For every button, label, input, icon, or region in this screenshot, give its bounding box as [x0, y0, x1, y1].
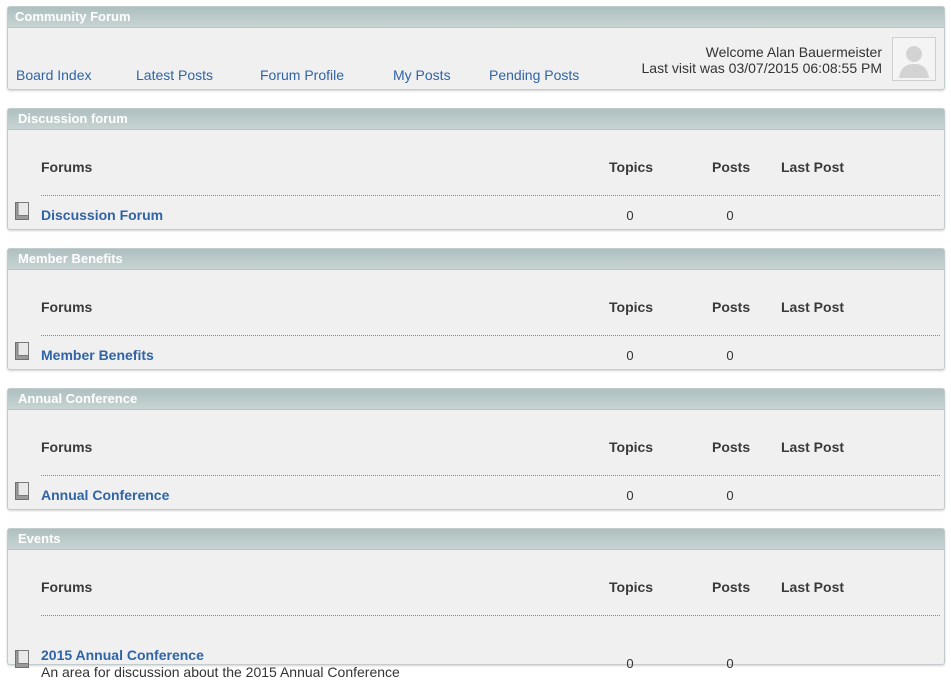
col-header-topics: Topics [609, 299, 654, 315]
user-welcome: Welcome Alan Bauermeister Last visit was… [642, 44, 882, 76]
col-header-topics: Topics [609, 579, 654, 595]
col-header-forums: Forums [41, 299, 93, 315]
posts-count: 0 [726, 208, 734, 223]
divider [41, 195, 940, 196]
forum-folder-icon [15, 482, 29, 500]
section-member-benefits: Member Benefits Forums Topics Posts Last… [7, 248, 945, 370]
topics-count: 0 [626, 208, 634, 223]
divider [41, 335, 940, 336]
posts-count: 0 [726, 348, 734, 363]
nav-pending-posts[interactable]: Pending Posts [489, 67, 579, 83]
col-header-last-post: Last Post [781, 159, 845, 175]
panel-title: Community Forum [8, 7, 944, 28]
section-discussion-forum: Discussion forum Forums Topics Posts Las… [7, 108, 945, 230]
avatar[interactable] [892, 37, 936, 81]
nav-board-index[interactable]: Board Index [16, 67, 92, 83]
section-title: Annual Conference [8, 389, 944, 410]
nav-my-posts[interactable]: My Posts [393, 67, 451, 83]
col-header-forums: Forums [41, 159, 93, 175]
col-header-posts: Posts [712, 159, 751, 175]
posts-count: 0 [726, 656, 734, 671]
topics-count: 0 [626, 488, 634, 503]
forum-folder-icon [15, 650, 29, 668]
col-header-posts: Posts [712, 299, 751, 315]
topics-count: 0 [626, 656, 634, 671]
forum-link-annual-conference[interactable]: Annual Conference [41, 487, 169, 503]
col-header-forums: Forums [41, 579, 93, 595]
forum-link-2015-annual-conference[interactable]: 2015 Annual Conference [41, 647, 204, 663]
section-annual-conference: Annual Conference Forums Topics Posts La… [7, 388, 945, 510]
forum-description: An area for discussion about the 2015 An… [41, 664, 400, 680]
last-visit-text: Last visit was 03/07/2015 06:08:55 PM [641, 60, 882, 76]
community-forum-panel: Community Forum Board Index Latest Posts… [7, 6, 945, 90]
col-header-last-post: Last Post [781, 439, 845, 455]
col-header-topics: Topics [609, 439, 654, 455]
col-header-forums: Forums [41, 439, 93, 455]
col-header-last-post: Last Post [781, 579, 845, 595]
nav-forum-profile[interactable]: Forum Profile [260, 67, 344, 83]
col-header-last-post: Last Post [781, 299, 845, 315]
user-silhouette-icon [893, 38, 935, 80]
col-header-posts: Posts [712, 579, 751, 595]
divider [41, 475, 940, 476]
section-events: Events Forums Topics Posts Last Post 201… [7, 528, 945, 680]
nav-latest-posts[interactable]: Latest Posts [136, 67, 213, 83]
col-header-topics: Topics [609, 159, 654, 175]
section-title: Member Benefits [8, 249, 944, 270]
forum-folder-icon [15, 202, 29, 220]
section-title: Discussion forum [8, 109, 944, 130]
posts-count: 0 [726, 488, 734, 503]
section-title: Events [8, 529, 944, 550]
col-header-posts: Posts [712, 439, 751, 455]
forum-link-discussion-forum[interactable]: Discussion Forum [41, 207, 163, 223]
forum-link-member-benefits[interactable]: Member Benefits [41, 347, 154, 363]
divider [41, 615, 940, 616]
forum-folder-icon [15, 342, 29, 360]
welcome-text: Welcome Alan Bauermeister [705, 44, 882, 60]
topics-count: 0 [626, 348, 634, 363]
